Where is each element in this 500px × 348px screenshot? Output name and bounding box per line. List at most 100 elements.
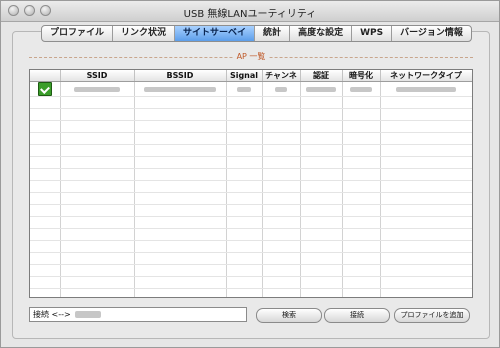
column-header-encryption[interactable]: 暗号化 [342, 70, 381, 82]
empty-cell [30, 96, 61, 109]
empty-cell [60, 276, 135, 289]
empty-cell [30, 288, 61, 297]
empty-cell [262, 168, 301, 181]
column-header-signal[interactable]: Signal [226, 70, 263, 82]
empty-cell [226, 132, 263, 145]
tab-site-survey[interactable]: サイトサーベイ [175, 26, 256, 41]
empty-cell [342, 228, 381, 241]
table-row-empty [30, 144, 472, 157]
redacted-value [144, 86, 216, 92]
empty-cell [300, 252, 343, 265]
empty-cell [30, 180, 61, 193]
tab-version-info[interactable]: バージョン情報 [392, 26, 471, 41]
empty-cell [342, 288, 381, 297]
table-row-empty [30, 228, 472, 241]
column-header-network-type[interactable]: ネットワークタイプ [380, 70, 472, 82]
empty-cell [60, 144, 135, 157]
connection-status-field: 接続 <--> [29, 307, 247, 322]
column-header-ssid[interactable]: SSID [60, 70, 135, 82]
table-row-empty [30, 288, 472, 297]
column-header-channel[interactable]: チャンネ [262, 70, 301, 82]
empty-cell [300, 120, 343, 133]
empty-cell [60, 120, 135, 133]
empty-cell [226, 144, 263, 157]
empty-cell [262, 288, 301, 297]
empty-cell [134, 96, 227, 109]
table-row[interactable] [30, 81, 472, 97]
empty-cell [342, 120, 381, 133]
table-row-empty [30, 156, 472, 169]
empty-cell [134, 120, 227, 133]
empty-cell [342, 204, 381, 217]
empty-cell [226, 264, 263, 277]
empty-cell [342, 108, 381, 121]
empty-cell [380, 288, 472, 297]
table-row-empty [30, 168, 472, 181]
empty-cell [262, 108, 301, 121]
empty-cell [342, 96, 381, 109]
tab-wps[interactable]: WPS [352, 26, 393, 41]
tab-link-status[interactable]: リンク状況 [113, 26, 176, 41]
add-profile-button[interactable]: プロファイルを追加 [394, 308, 470, 323]
auth-cell [300, 81, 343, 97]
empty-cell [30, 204, 61, 217]
empty-cell [300, 96, 343, 109]
empty-cell [30, 132, 61, 145]
tab-advanced[interactable]: 高度な設定 [290, 26, 353, 41]
empty-cell [134, 204, 227, 217]
empty-cell [134, 288, 227, 297]
empty-cell [380, 96, 472, 109]
empty-cell [262, 204, 301, 217]
empty-cell [380, 180, 472, 193]
empty-cell [300, 132, 343, 145]
empty-cell [380, 228, 472, 241]
redacted-value [275, 86, 287, 92]
empty-cell [342, 144, 381, 157]
empty-cell [262, 132, 301, 145]
empty-cell [342, 156, 381, 169]
empty-cell [226, 252, 263, 265]
empty-cell [134, 252, 227, 265]
connect-button[interactable]: 接続 [324, 308, 390, 323]
redacted-value [74, 311, 101, 318]
empty-cell [226, 120, 263, 133]
ap-list-section-header: AP 一覧 [29, 51, 473, 63]
empty-cell [300, 156, 343, 169]
empty-cell [226, 180, 263, 193]
empty-cell [30, 108, 61, 121]
empty-cell [380, 120, 472, 133]
table-row-empty [30, 120, 472, 133]
column-header-bssid[interactable]: BSSID [134, 70, 227, 82]
tab-statistics[interactable]: 統計 [255, 26, 291, 41]
empty-cell [226, 168, 263, 181]
ap-list-table[interactable]: SSID BSSID Signal チャンネ 認証 暗号化 ネットワークタイプ [29, 69, 473, 298]
table-row-empty [30, 204, 472, 217]
empty-cell [226, 216, 263, 229]
empty-cell [300, 168, 343, 181]
empty-cell [226, 228, 263, 241]
column-header-authentication[interactable]: 認証 [300, 70, 343, 82]
search-button[interactable]: 検索 [256, 308, 322, 323]
empty-cell [60, 204, 135, 217]
empty-cell [226, 276, 263, 289]
empty-cell [60, 216, 135, 229]
table-row-empty [30, 276, 472, 289]
table-row-empty [30, 108, 472, 121]
ssid-cell [60, 81, 135, 97]
empty-cell [30, 192, 61, 205]
empty-cell [60, 288, 135, 297]
empty-cell [134, 156, 227, 169]
empty-cell [380, 216, 472, 229]
empty-cell [262, 192, 301, 205]
empty-cell [342, 168, 381, 181]
tab-profile[interactable]: プロファイル [42, 26, 114, 41]
network-type-cell [380, 81, 472, 97]
empty-cell [300, 216, 343, 229]
empty-cell [30, 228, 61, 241]
redacted-value [350, 86, 372, 92]
empty-cell [262, 216, 301, 229]
column-header-status[interactable] [30, 70, 61, 82]
empty-cell [226, 288, 263, 297]
redacted-value [74, 86, 120, 92]
table-header-row: SSID BSSID Signal チャンネ 認証 暗号化 ネットワークタイプ [30, 70, 472, 82]
